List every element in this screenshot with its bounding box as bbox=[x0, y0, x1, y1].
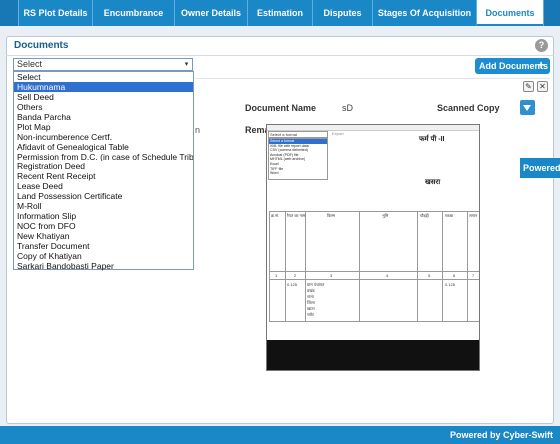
dropdown-option[interactable]: Afidavit of Genealogical Table bbox=[14, 142, 193, 152]
tab-encumbrance[interactable]: Encumbrance bbox=[92, 0, 174, 26]
table-head-cell: भूमि bbox=[382, 213, 389, 218]
table-head-cell: चौहद्दी bbox=[420, 213, 429, 218]
dropdown-option[interactable]: Plot Map bbox=[14, 122, 193, 132]
table-rule bbox=[359, 211, 360, 321]
dropdown-option[interactable]: Select bbox=[14, 72, 193, 82]
dropdown-option[interactable]: Permission from D.C. (in case of Schedul… bbox=[14, 152, 193, 162]
export-link[interactable]: Export bbox=[332, 131, 344, 136]
delete-icon[interactable]: ✕ bbox=[537, 81, 548, 92]
tab-documents[interactable]: Documents bbox=[476, 0, 543, 26]
column-number: 6 bbox=[453, 273, 456, 278]
document-name-value: sD bbox=[342, 103, 353, 113]
table-head-cell: रैयत का नाम bbox=[287, 213, 306, 218]
table-rule bbox=[442, 211, 443, 321]
table-cell-area: 0.125 bbox=[287, 282, 298, 287]
select-value: Select bbox=[17, 59, 43, 69]
scanned-document-preview: Select a format Export Select a format X… bbox=[266, 124, 480, 371]
dropdown-option[interactable]: M-Roll bbox=[14, 201, 193, 211]
footer-text: Powered by Cyber-Swift bbox=[449, 430, 553, 440]
table-head-cell: क्र.सं. bbox=[271, 213, 279, 218]
format-option[interactable]: Word bbox=[269, 171, 327, 176]
dropdown-option[interactable]: Recent Rent Receipt bbox=[14, 171, 193, 181]
dropdown-option[interactable]: Banda Parcha bbox=[14, 112, 193, 122]
tab-disputes[interactable]: Disputes bbox=[312, 0, 372, 26]
tab-scroll-left[interactable] bbox=[0, 0, 18, 26]
tab-scroll-right[interactable] bbox=[543, 0, 560, 26]
table-cell-text: प्लॉट bbox=[307, 312, 315, 317]
table-rule bbox=[467, 211, 468, 321]
table-head-cell: लगान bbox=[469, 213, 478, 218]
chevron-down-icon: ▾ bbox=[184, 61, 189, 68]
table-rule bbox=[269, 271, 479, 272]
record-field-fragment: n bbox=[195, 125, 201, 135]
table-rule bbox=[269, 321, 479, 322]
plus-icon: + bbox=[537, 58, 545, 72]
column-number: 4 bbox=[386, 273, 389, 278]
table-rule bbox=[285, 211, 286, 321]
panel-title: Documents bbox=[14, 40, 69, 51]
dropdown-option[interactable]: Transfer Document bbox=[14, 241, 193, 251]
export-format-list: Select a format XML file with report dat… bbox=[268, 138, 328, 180]
dropdown-option[interactable]: NOC from DFO bbox=[14, 221, 193, 231]
powered-by-banner: Powered by Cyber-Swift bbox=[520, 158, 560, 178]
help-icon[interactable]: ? bbox=[535, 39, 548, 52]
remarks-label: Rema bbox=[245, 125, 267, 135]
table-head-cell: किस्म bbox=[327, 213, 336, 218]
dropdown-option[interactable]: Others bbox=[14, 102, 193, 112]
column-number: 2 bbox=[294, 273, 297, 278]
column-number: 1 bbox=[275, 273, 278, 278]
column-number: 3 bbox=[330, 273, 333, 278]
dropdown-option[interactable]: Land Possession Certificate bbox=[14, 191, 193, 201]
scanned-copy-label: Scanned Copy bbox=[437, 103, 500, 113]
tab-stages-of-acquisition[interactable]: Stages Of Acquisition bbox=[372, 0, 476, 26]
table-head-cell: रकबा bbox=[445, 213, 454, 218]
document-form-subtitle: खसरा bbox=[425, 179, 441, 186]
table-rule bbox=[479, 211, 480, 321]
add-documents-button[interactable]: Add Documents + bbox=[475, 58, 550, 74]
table-rule bbox=[417, 211, 418, 321]
table-rule bbox=[305, 211, 306, 321]
document-form-title: फर्म पी -II bbox=[419, 136, 445, 143]
table-rule bbox=[269, 211, 479, 212]
table-cell-area: 0.125 bbox=[445, 282, 456, 287]
table-rule bbox=[269, 279, 479, 280]
dropdown-option[interactable]: New Khatiyan bbox=[14, 231, 193, 241]
dropdown-option[interactable]: Lease Deed bbox=[14, 181, 193, 191]
dropdown-option[interactable]: Sell Deed bbox=[14, 92, 193, 102]
dropdown-option[interactable]: Information Slip bbox=[14, 211, 193, 221]
column-number: 5 bbox=[428, 273, 431, 278]
document-type-select[interactable]: Select ▾ bbox=[13, 58, 193, 71]
dropdown-option[interactable]: Sarkari Bandobasti Paper bbox=[14, 261, 193, 271]
dropdown-option[interactable]: Non-incumberence Certf. bbox=[14, 132, 193, 142]
footer-bar: Powered by Cyber-Swift bbox=[0, 426, 560, 444]
tab-owner-details[interactable]: Owner Details bbox=[174, 0, 247, 26]
scan-dark-area bbox=[267, 340, 479, 370]
document-type-dropdown: Select Hukumnama Sell Deed Others Banda … bbox=[13, 71, 194, 271]
tab-rs-plot-details[interactable]: RS Plot Details bbox=[18, 0, 92, 26]
top-tab-bar: RS Plot Details Encumbrance Owner Detail… bbox=[0, 0, 560, 26]
dropdown-option[interactable]: Copy of Khatiyan bbox=[14, 251, 193, 261]
export-format-select[interactable]: Select a format bbox=[268, 131, 328, 138]
document-name-label: Document Name bbox=[245, 103, 317, 113]
documents-panel-header: Documents ? bbox=[6, 36, 554, 56]
tab-estimation[interactable]: Estimation bbox=[247, 0, 312, 26]
column-number: 7 bbox=[472, 273, 475, 278]
table-rule bbox=[269, 211, 270, 321]
dropdown-option[interactable]: Registration Deed bbox=[14, 161, 193, 171]
edit-icon[interactable]: ✎ bbox=[523, 81, 534, 92]
dropdown-option[interactable]: Hukumnama bbox=[14, 81, 193, 92]
download-icon[interactable] bbox=[520, 100, 535, 115]
